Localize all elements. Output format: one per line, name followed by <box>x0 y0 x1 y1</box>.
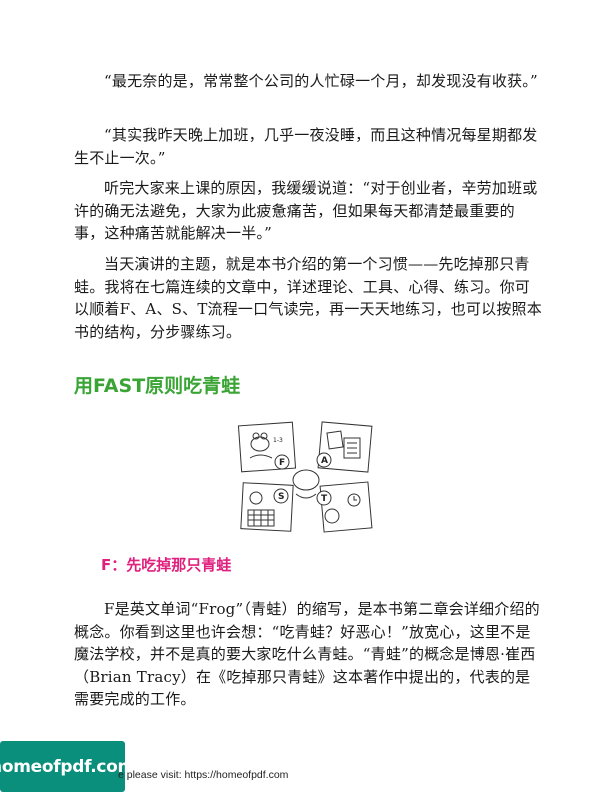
letter-f: F <box>279 458 285 468</box>
section-heading: 用FAST原则吃青蛙 <box>74 375 241 397</box>
footer-link-text[interactable]: e please visit: https://homeofpdf.com <box>118 769 288 781</box>
bug-icon <box>249 491 263 505</box>
small-label: 1-3 <box>273 437 283 444</box>
body-paragraph-1: “最无奈的是，常常整个公司的人忙碌一个月，却发现没有收获。” <box>104 72 538 90</box>
sub-heading: F：先吃掉那只青蛙 <box>101 556 232 574</box>
body-paragraph-5: F是英文单词“Frog”（青蛙）的缩写，是本书第二章会详细介绍的概念。你看到这里… <box>74 600 540 708</box>
fast-illustration: F A S T 1-3 <box>236 418 376 536</box>
body-paragraph-4: 当天演讲的主题，就是本书介绍的第一个习惯——先吃掉那只青蛙。我将在七篇连续的文章… <box>74 255 542 341</box>
letter-s: S <box>278 492 284 502</box>
center-frog-icon <box>292 469 320 491</box>
letter-t: T <box>321 494 328 504</box>
fast-diagram-svg: F A S T 1-3 <box>237 421 373 533</box>
timer-icon <box>324 508 340 524</box>
body-paragraph-3: 听完大家来上课的原因，我缓缓说道：“对于创业者，辛劳加班或许的确无法避免，大家为… <box>74 179 538 242</box>
watermark-logo[interactable]: homeofpdf.com <box>0 741 135 792</box>
document-icon <box>326 430 344 450</box>
panel-t <box>319 481 373 533</box>
frog-icon <box>250 436 270 452</box>
letter-a: A <box>321 456 328 466</box>
body-paragraph-2: “其实我昨天晚上加班，几乎一夜没睡，而且这种情况每星期都发生不止一次。” <box>74 126 538 167</box>
